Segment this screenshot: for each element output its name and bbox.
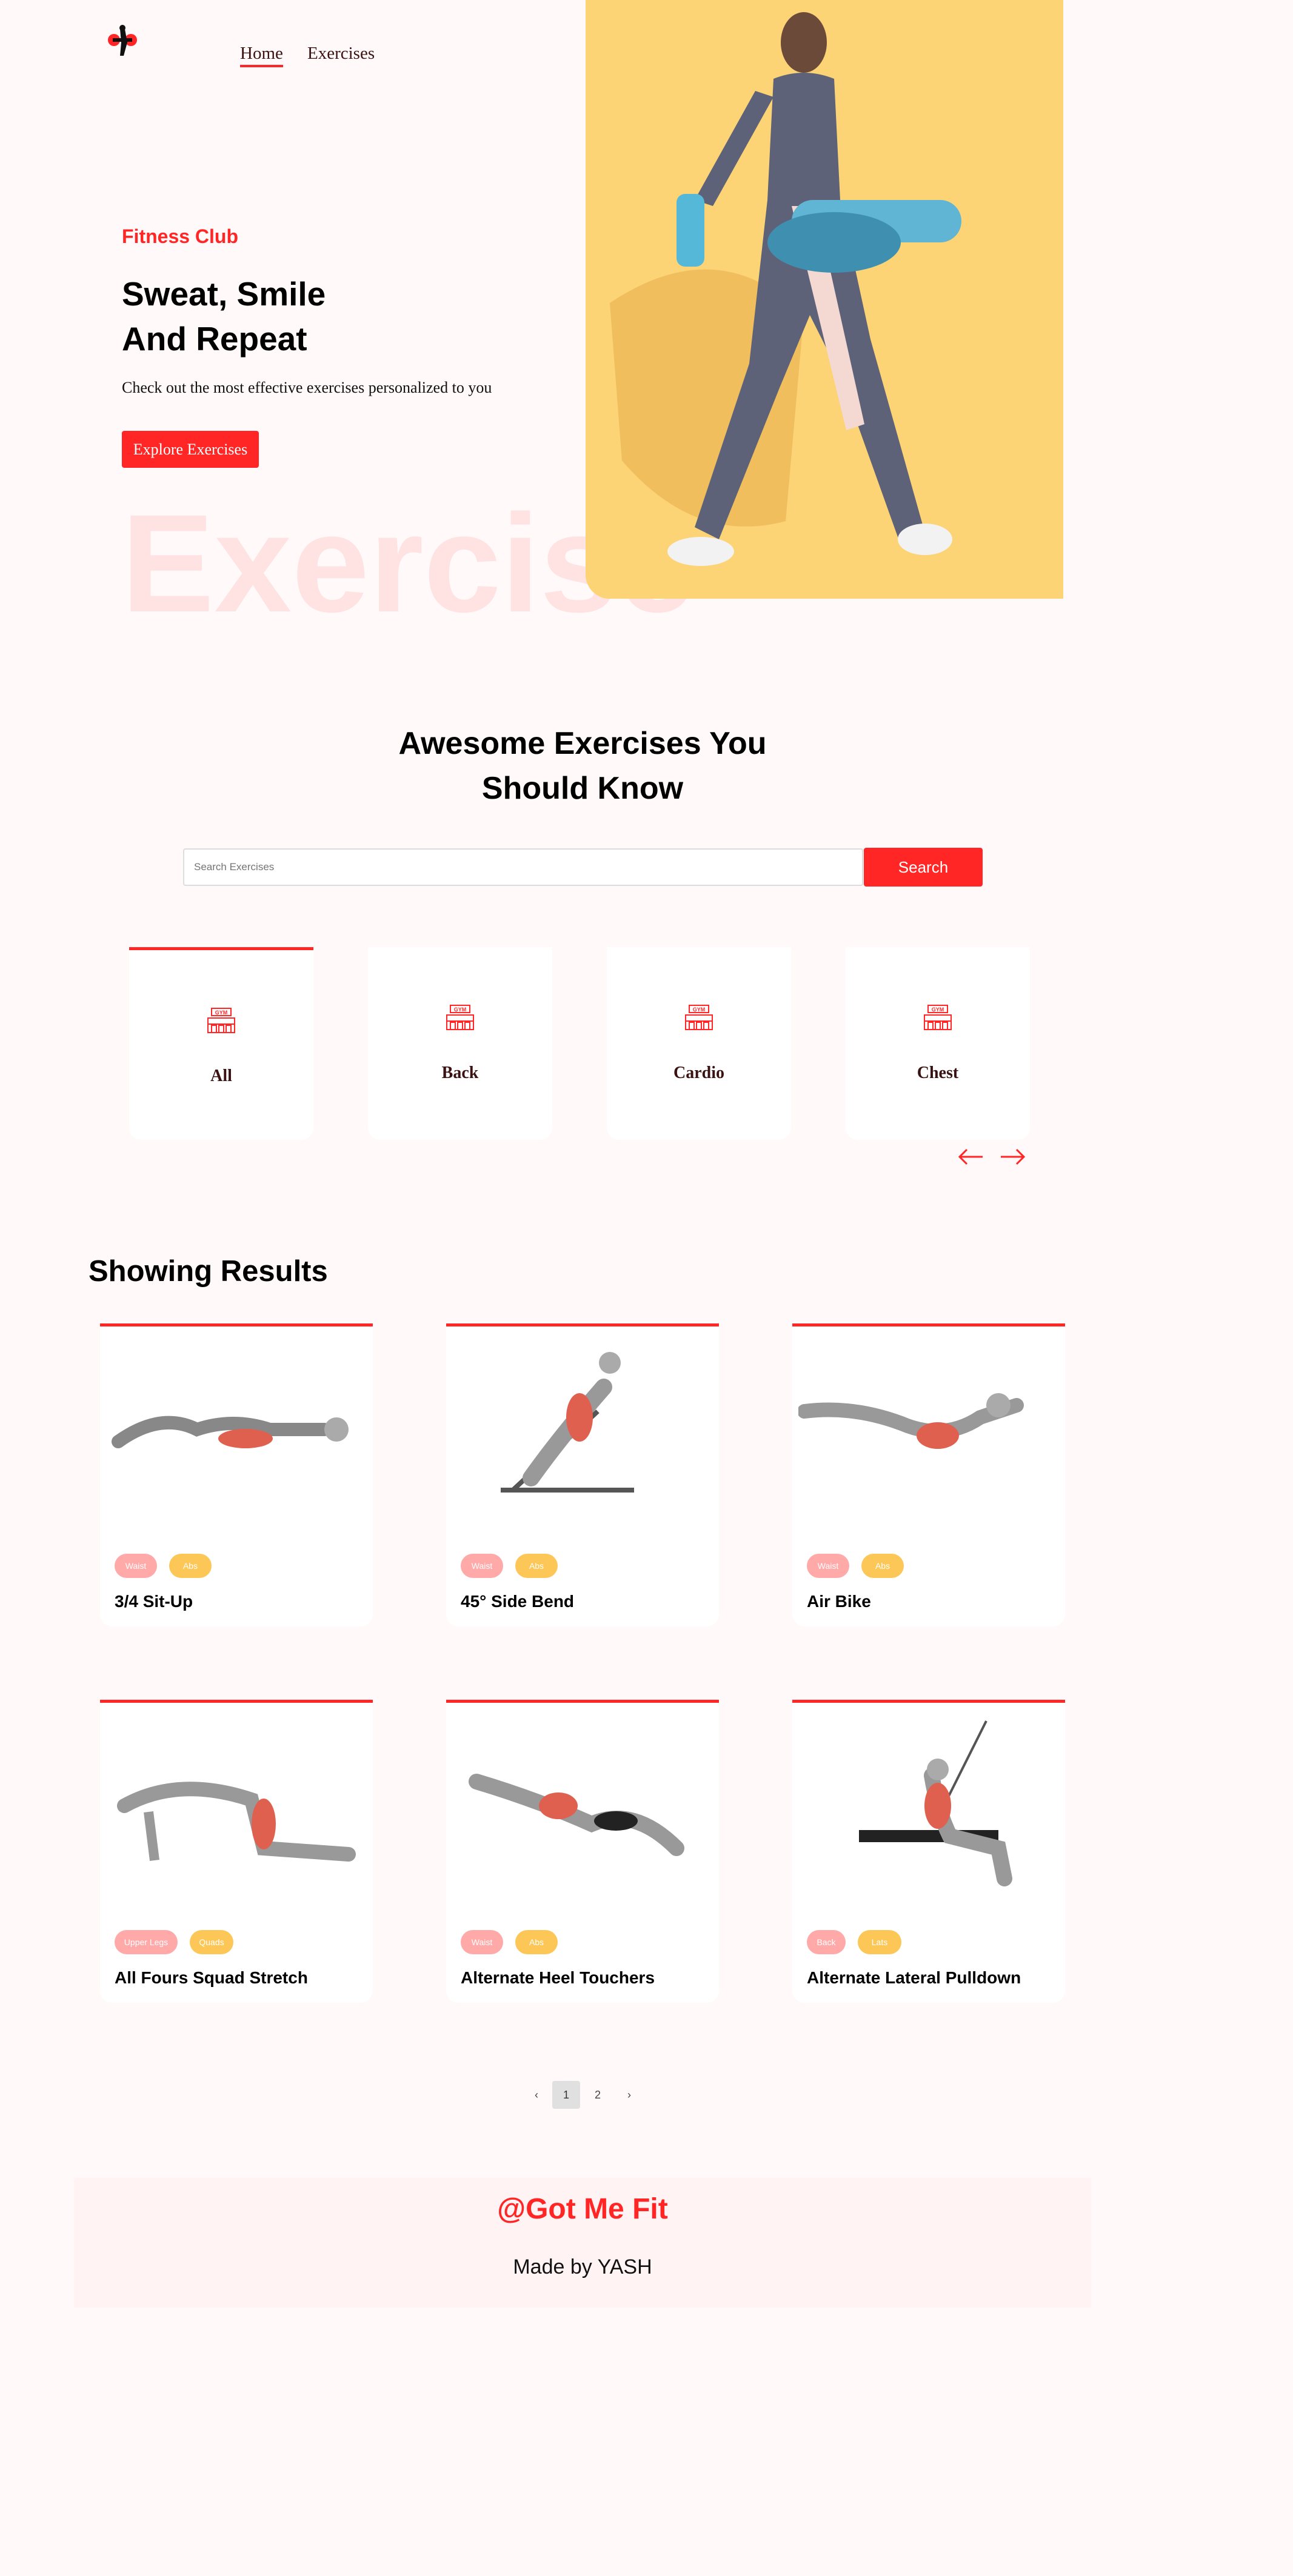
- exercise-card[interactable]: Back Lats Alternate Lateral Pulldown: [792, 1700, 1065, 2003]
- search-input[interactable]: [183, 848, 863, 886]
- nav-home-link[interactable]: Home: [240, 44, 283, 67]
- gym-icon-label: GYM: [454, 1007, 467, 1013]
- hero-title-line1: Sweat, Smile: [122, 275, 326, 313]
- explore-exercises-button[interactable]: Explore Exercises: [122, 431, 259, 468]
- category-label: Chest: [917, 1063, 959, 1082]
- pagination-page-2[interactable]: 2: [584, 2081, 612, 2109]
- hero-description: Check out the most effective exercises p…: [122, 379, 492, 396]
- hero-banner-image: [586, 0, 1063, 599]
- exercise-tag-bodypart: Waist: [461, 1554, 503, 1578]
- footer-brand: @Got Me Fit: [497, 2193, 668, 2225]
- exercise-name: Air Bike: [807, 1592, 871, 1611]
- category-label: All: [210, 1067, 232, 1085]
- footer-credit: Made by YASH: [513, 2255, 652, 2278]
- pagination-prev-button[interactable]: ‹: [523, 2081, 550, 2109]
- exercise-name: Alternate Lateral Pulldown: [807, 1968, 1021, 1987]
- arrow-right-icon[interactable]: [997, 1142, 1027, 1172]
- exercise-tag-bodypart: Waist: [115, 1554, 157, 1578]
- exercise-card[interactable]: Waist Abs 45° Side Bend: [446, 1323, 719, 1626]
- exercise-card[interactable]: Waist Abs Alternate Heel Touchers: [446, 1700, 719, 2003]
- exercise-tag-target: Lats: [858, 1930, 901, 1954]
- gym-icon: GYM: [207, 1008, 235, 1033]
- exercise-tag-bodypart: Waist: [807, 1554, 849, 1578]
- exercise-image: [469, 1774, 684, 1856]
- exercise-tag-bodypart: Waist: [461, 1930, 503, 1954]
- pagination-page-1[interactable]: 1: [552, 2081, 580, 2109]
- exercise-name: All Fours Squad Stretch: [115, 1968, 308, 1987]
- exercise-image: [501, 1352, 634, 1493]
- category-card-cardio[interactable]: GYM Cardio: [607, 947, 791, 1140]
- exercise-tag-target: Quads: [190, 1930, 233, 1954]
- exercise-card[interactable]: Upper Legs Quads All Fours Squad Stretch: [100, 1700, 373, 2003]
- search-title-line2: Should Know: [481, 771, 684, 806]
- footer: @Got Me Fit Made by YASH: [74, 2178, 1091, 2308]
- gym-icon: GYM: [446, 1005, 474, 1030]
- category-label: Cardio: [673, 1063, 724, 1082]
- hero-tag: Fitness Club: [122, 225, 239, 247]
- gym-icon: GYM: [685, 1005, 713, 1030]
- gym-icon-label: GYM: [932, 1007, 944, 1013]
- exercise-tag-target: Abs: [861, 1554, 904, 1578]
- exercise-name: 45° Side Bend: [461, 1592, 575, 1611]
- search-button[interactable]: Search: [864, 848, 983, 887]
- exercise-tag-target: Abs: [169, 1554, 212, 1578]
- exercise-tag-bodypart: Upper Legs: [115, 1930, 178, 1954]
- exercise-name: Alternate Heel Touchers: [461, 1968, 655, 1987]
- hero-title-line2: And Repeat: [122, 320, 307, 358]
- category-card-chest[interactable]: GYM Chest: [846, 947, 1030, 1140]
- exercise-tag-target: Abs: [515, 1554, 558, 1578]
- search-section-title: Awesome Exercises You Should Know: [0, 721, 1165, 811]
- exercise-image: [112, 1416, 349, 1448]
- exercise-tag-bodypart: Back: [807, 1930, 846, 1954]
- category-card-back[interactable]: GYM Back: [368, 947, 552, 1140]
- exercise-card[interactable]: Waist Abs Air Bike: [792, 1323, 1065, 1626]
- gym-icon: GYM: [924, 1005, 952, 1030]
- nav-exercises-link[interactable]: Exercises: [307, 44, 375, 64]
- results-title: Showing Results: [89, 1255, 328, 1288]
- exercise-tag-target: Abs: [515, 1930, 558, 1954]
- exercise-card[interactable]: Waist Abs 3/4 Sit-Up: [100, 1323, 373, 1626]
- category-card-all[interactable]: GYM All: [129, 947, 313, 1140]
- logo[interactable]: [102, 24, 144, 61]
- pagination-next-button[interactable]: ›: [615, 2081, 643, 2109]
- category-label: Back: [441, 1063, 479, 1082]
- arrow-left-icon[interactable]: [956, 1142, 986, 1172]
- hero-title: Sweat, Smile And Repeat: [122, 271, 326, 361]
- exercise-image: [117, 1782, 356, 1862]
- exercise-image: [859, 1720, 1012, 1886]
- exercise-name: 3/4 Sit-Up: [115, 1592, 193, 1611]
- exercise-image: [798, 1393, 1024, 1449]
- gym-icon-label: GYM: [215, 1010, 228, 1016]
- gym-icon-label: GYM: [693, 1007, 706, 1013]
- search-title-line1: Awesome Exercises You: [398, 726, 767, 761]
